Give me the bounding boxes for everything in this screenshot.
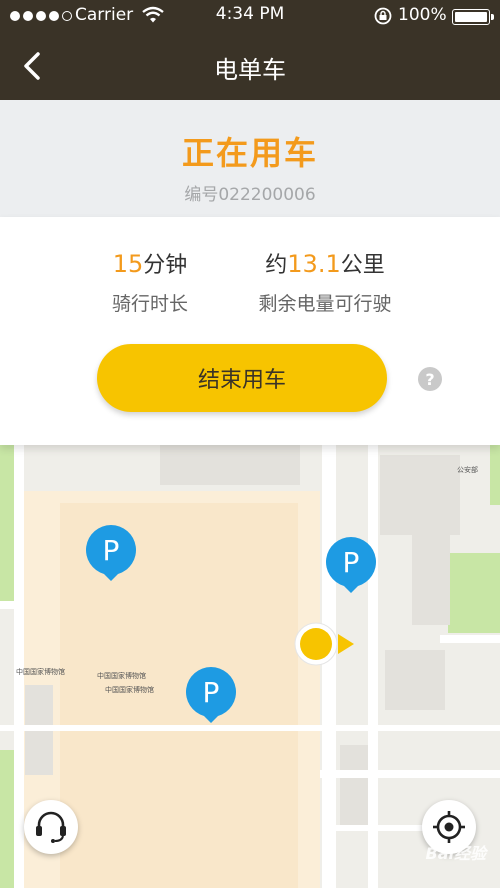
range-prefix: 约 xyxy=(265,253,288,278)
parking-marker-icon[interactable]: P xyxy=(84,523,138,583)
duration-unit: 分钟 xyxy=(143,253,188,278)
help-icon[interactable]: ? xyxy=(418,367,442,391)
rotation-lock-icon xyxy=(374,7,392,25)
duration-label: 骑行时长 xyxy=(111,293,188,315)
current-location-icon xyxy=(294,622,354,666)
range-value: 13.1 xyxy=(287,250,341,278)
battery-icon xyxy=(452,9,494,25)
duration-stat: 15分钟 骑行时长 xyxy=(80,247,220,316)
range-stat: 约13.1公里 剩余电量可行驶 xyxy=(230,247,420,316)
watermark: Bai经验 xyxy=(425,844,486,863)
ride-status-panel: 正在用车 编号022200006 xyxy=(0,100,500,217)
parking-marker-icon[interactable]: P xyxy=(184,665,238,725)
top-bar: Carrier 4:34 PM 100% 电单车 xyxy=(0,0,500,100)
headset-icon xyxy=(36,811,66,843)
status-bar: Carrier 4:34 PM 100% xyxy=(0,0,500,32)
map-view[interactable]: 公安部 中国国家博物馆 中国国家博物馆 中国国家博物馆 P P P Bai经验 xyxy=(0,445,500,888)
battery-percentage: 100% xyxy=(398,5,447,25)
svg-text:P: P xyxy=(103,534,120,567)
map-label-museum: 中国国家博物馆 xyxy=(97,672,146,680)
range-label: 剩余电量可行驶 xyxy=(258,293,392,315)
duration-value: 15 xyxy=(112,250,144,278)
ride-stats-card: 15分钟 骑行时长 约13.1公里 剩余电量可行驶 结束用车 ? xyxy=(0,217,500,445)
map-label-museum-left: 中国国家博物馆 xyxy=(16,668,65,676)
customer-service-button[interactable] xyxy=(24,800,78,854)
range-unit: 公里 xyxy=(340,253,385,278)
page-title: 电单车 xyxy=(214,56,286,84)
bike-number: 编号022200006 xyxy=(184,185,316,205)
svg-text:P: P xyxy=(203,676,220,709)
svg-text:P: P xyxy=(343,546,360,579)
end-ride-button[interactable]: 结束用车 xyxy=(97,344,387,412)
map-label-police: 公安部 xyxy=(457,466,478,474)
ride-state: 正在用车 xyxy=(181,134,318,172)
map-label-museum-sub: 中国国家博物馆 xyxy=(105,686,154,694)
parking-marker-icon[interactable]: P xyxy=(324,535,378,595)
